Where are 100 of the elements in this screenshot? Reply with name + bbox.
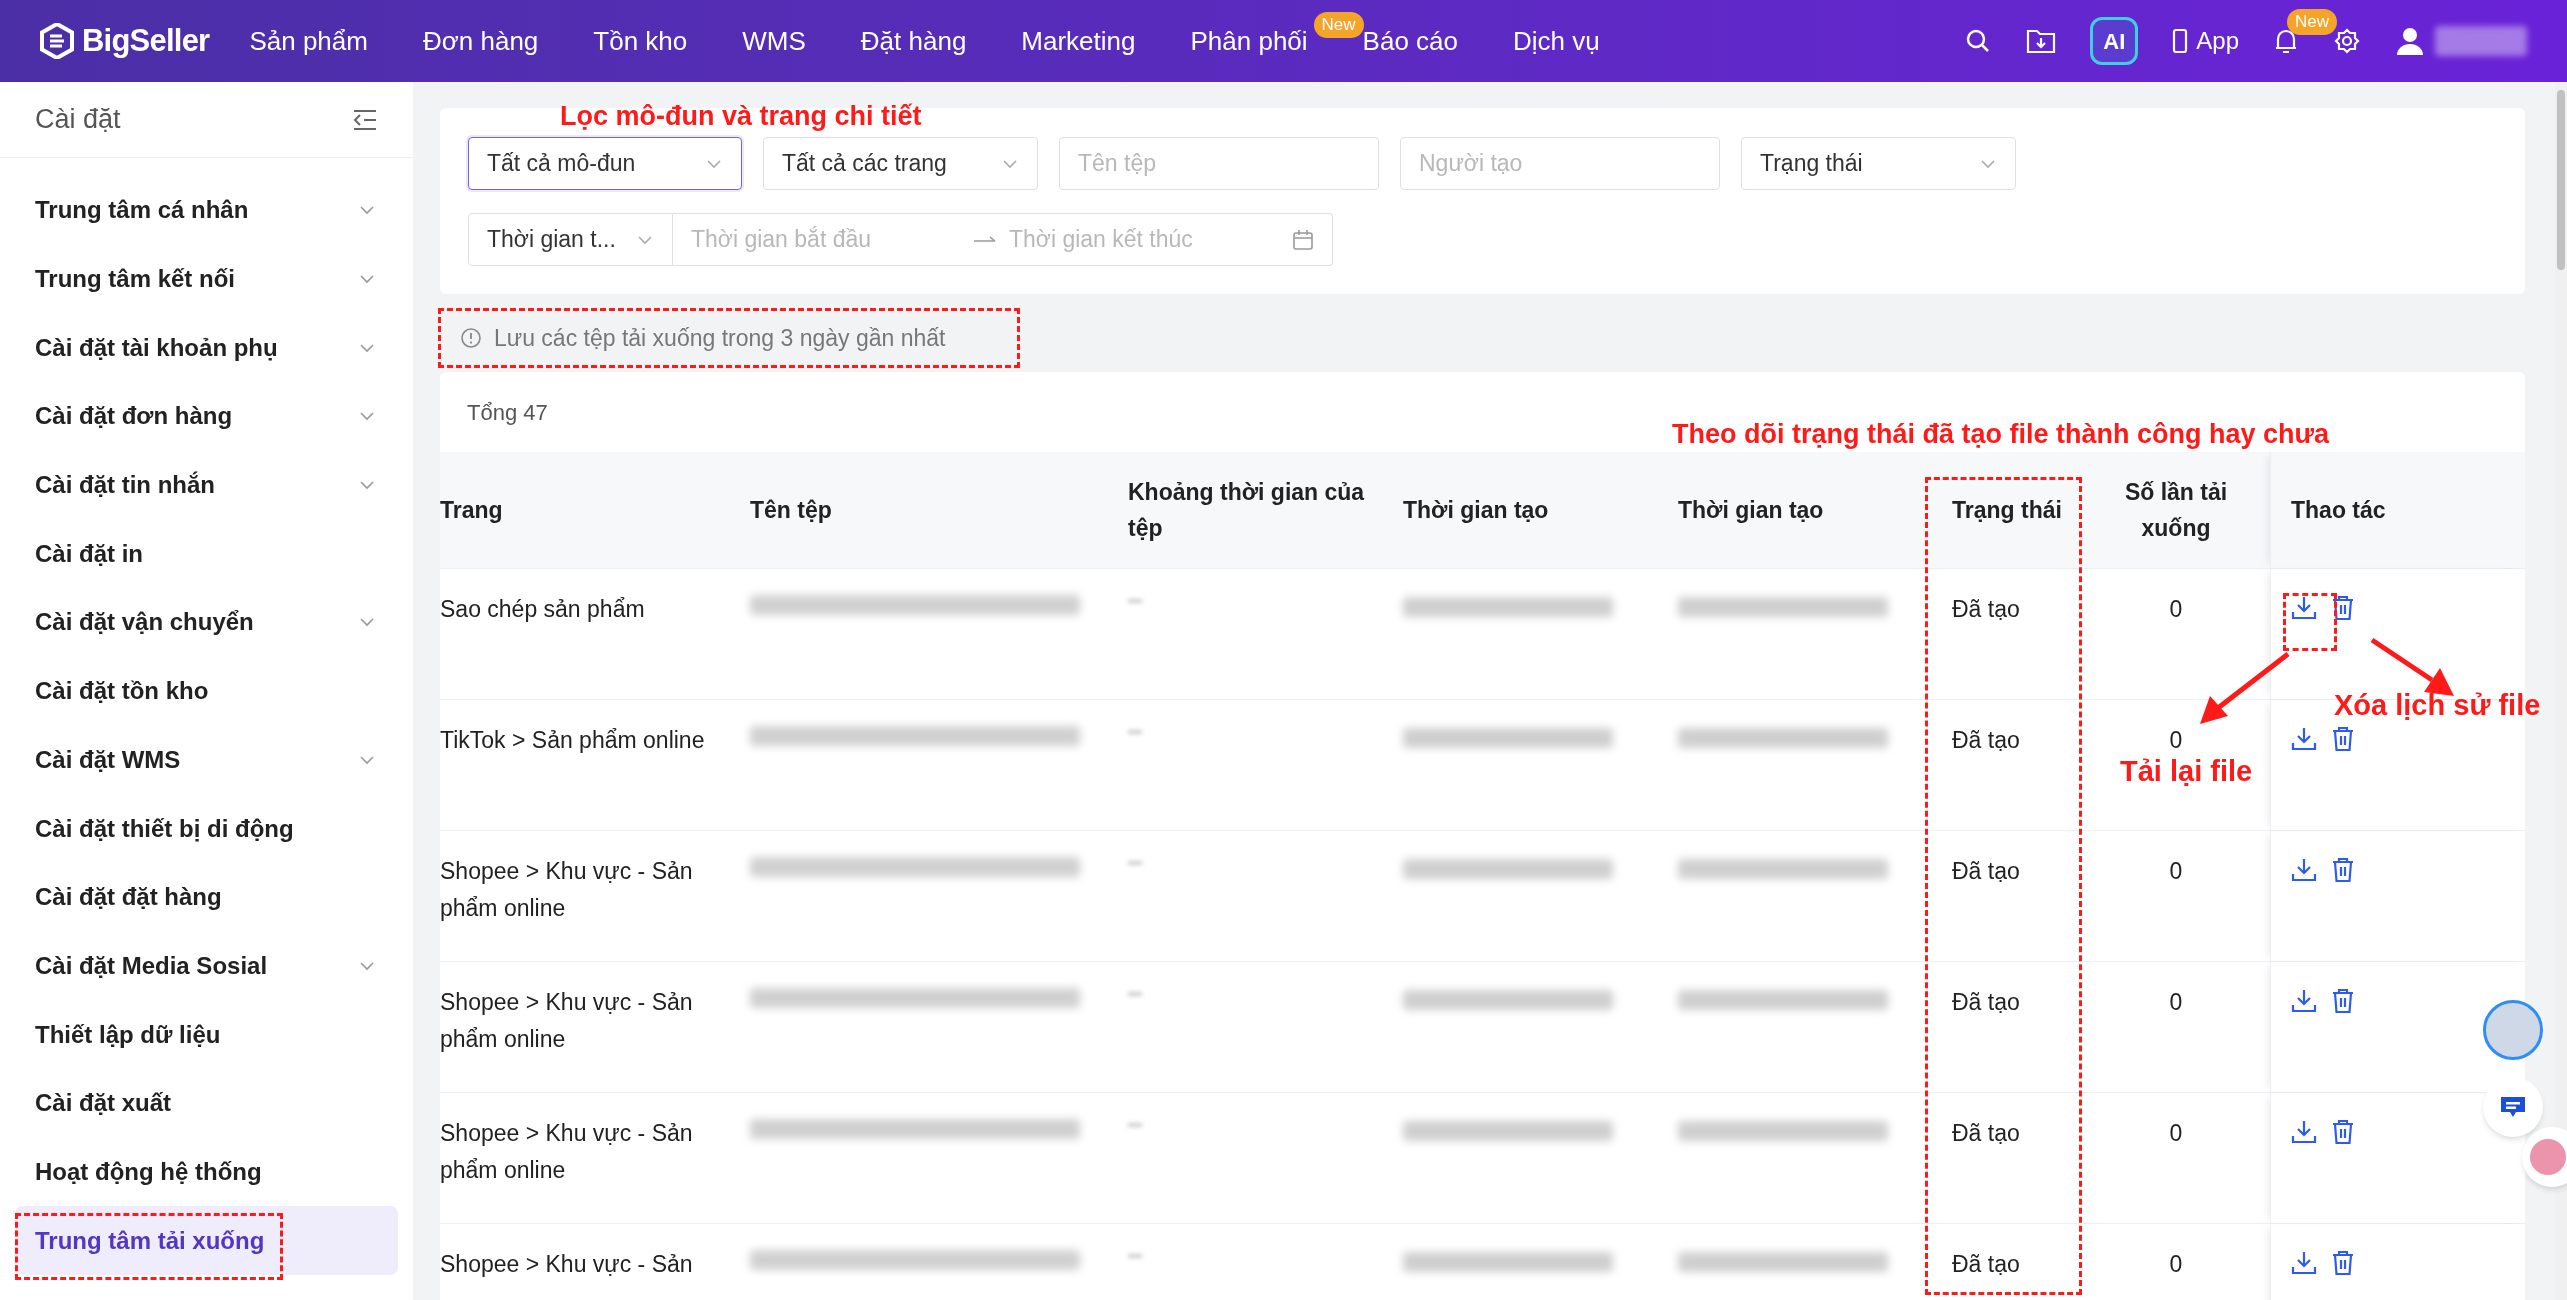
nav-menu-item[interactable]: Đặt hàng — [860, 21, 967, 61]
column-header: Thời gian tạo — [1678, 496, 1824, 525]
notice-text: Lưu các tệp tải xuống trong 3 ngày gần nhất — [494, 323, 946, 353]
column-header: Trạng thái — [1952, 496, 2062, 525]
dropdown-select[interactable]: Trạng thái — [1741, 137, 2016, 190]
sidebar-item[interactable]: Trung tâm cá nhân — [15, 176, 398, 245]
trash-icon — [2331, 988, 2355, 1014]
annotation-text: Theo dõi trạng thái đã tạo file thành công hay chưa — [1672, 418, 2330, 451]
table-cell: Shopee > Khu vực - Sản phẩm online — [440, 858, 693, 921]
table-cell-text: 0 — [2169, 988, 2183, 1017]
delete-button[interactable] — [2331, 988, 2355, 1014]
user-icon — [2395, 26, 2425, 56]
nav-menu-item[interactable]: WMS — [742, 21, 806, 61]
download-button[interactable] — [2291, 988, 2317, 1014]
ai-button[interactable]: AI — [2090, 17, 2139, 65]
text-input-field[interactable]: Người tạo — [1400, 137, 1720, 190]
column-header: Khoảng thời gian của tệp — [1128, 478, 1366, 543]
status-text: Đã tạo — [1952, 1251, 2020, 1277]
total-count: Tổng 47 — [467, 398, 548, 427]
status-text: Đã tạo — [1952, 1120, 2020, 1146]
column-header: Thao tác — [2291, 496, 2386, 525]
download-icon — [2291, 857, 2317, 883]
sidebar-title: Cài đặt — [35, 103, 121, 137]
sidebar-item[interactable]: Hoạt động hệ thống — [15, 1137, 398, 1207]
download-icon — [2291, 1250, 2317, 1276]
sidebar-item[interactable]: Cài đặt tài khoản phụ — [15, 313, 398, 383]
download-icon — [2291, 726, 2317, 752]
delete-button[interactable] — [2331, 1119, 2355, 1145]
delete-button[interactable] — [2331, 857, 2355, 883]
dropdown-select[interactable]: Tất cả các trang — [763, 137, 1038, 190]
download-icon — [2291, 988, 2317, 1014]
nav-menu-item[interactable]: Marketing — [1021, 21, 1136, 61]
nav-menu-item[interactable]: Báo cáo — [1362, 21, 1458, 61]
date-range-field[interactable]: Thời gian bắt đầu Thời gian kết thúc — [673, 213, 1333, 266]
phone-icon — [2172, 28, 2189, 54]
logo-text: BigSeller — [82, 21, 210, 60]
sidebar-item[interactable]: Cài đặt WMS — [15, 725, 398, 795]
sidebar-item[interactable]: Cài đặt đặt hàng — [15, 862, 398, 932]
sidebar-item[interactable]: Cài đặt xuất — [15, 1068, 398, 1138]
dashed-highlight-box — [2283, 593, 2337, 651]
scrollbar[interactable] — [2555, 82, 2567, 1300]
dropdown-select[interactable]: Tất cả mô-đun — [468, 137, 742, 190]
text-input-field[interactable]: Tên tệp — [1059, 137, 1379, 190]
sidebar-item[interactable]: Cài đặt Media Sosial — [15, 931, 398, 1001]
sidebar-item[interactable]: Cài đặt thiết bị di động — [15, 794, 398, 863]
end-date-input[interactable]: Thời gian kết thúc — [1009, 222, 1279, 257]
status-text: Đã tạo — [1952, 989, 2020, 1015]
trash-icon — [2331, 1250, 2355, 1276]
app-link[interactable]: App — [2172, 23, 2239, 59]
trash-icon — [2331, 857, 2355, 883]
dropdown-select[interactable]: Thời gian t... — [468, 213, 673, 266]
logo-icon — [40, 23, 74, 59]
delete-button[interactable] — [2331, 595, 2355, 621]
folder-download-icon — [2026, 27, 2057, 55]
collapse-menu-icon — [352, 108, 378, 131]
sidebar-item[interactable]: Thiết lập dữ liệu — [15, 1000, 398, 1069]
table-cell: Sao chép sản phẩm — [440, 596, 645, 622]
table-cell-text: 0 — [2169, 1250, 2183, 1279]
trash-icon — [2331, 595, 2355, 621]
column-header: Số lần tải xuống — [2123, 478, 2229, 543]
download-button[interactable] — [2291, 1250, 2317, 1276]
sidebar-item[interactable]: Trung tâm kết nối — [15, 244, 398, 314]
table-cell-text: 0 — [2169, 1119, 2183, 1148]
bell-icon — [2273, 27, 2299, 55]
new-badge: New — [2287, 9, 2337, 35]
table-cell: Shopee > Khu vực - Sản phẩm online — [440, 989, 693, 1052]
sidebar-item[interactable]: Cài đặt tồn kho — [15, 656, 398, 726]
start-date-input[interactable]: Thời gian bắt đầu — [691, 222, 961, 257]
new-badge: New — [1313, 11, 1364, 38]
status-text: Đã tạo — [1952, 596, 2020, 622]
nav-menu-item[interactable]: Dịch vụ — [1513, 21, 1600, 61]
status-text: Đã tạo — [1952, 727, 2020, 753]
download-button[interactable] — [2291, 595, 2317, 621]
download-button[interactable] — [2291, 1119, 2317, 1145]
nav-menu-item[interactable]: Sản phẩm — [249, 21, 368, 61]
download-button[interactable] — [2291, 726, 2317, 752]
table-cell-text: 0 — [2169, 595, 2183, 624]
info-icon — [460, 327, 482, 349]
delete-button[interactable] — [2331, 726, 2355, 752]
table-cell: Shopee > Khu vực - Sản phẩm online — [440, 1120, 693, 1183]
column-header: Tên tệp — [750, 496, 832, 525]
calendar-icon — [1292, 228, 1314, 251]
sidebar-item[interactable]: Cài đặt tin nhắn — [15, 450, 398, 520]
download-button[interactable] — [2291, 857, 2317, 883]
table-cell: Shopee > Khu vực - Sản — [440, 1251, 693, 1277]
download-icon — [2291, 1119, 2317, 1145]
nav-menu-item[interactable]: Đơn hàng — [422, 21, 539, 61]
delete-button[interactable] — [2331, 1250, 2355, 1276]
annotation-text: Xóa lịch sử file — [2333, 688, 2542, 723]
sidebar-item[interactable]: Cài đặt đơn hàng — [15, 382, 398, 451]
status-text: Đã tạo — [1952, 858, 2020, 884]
sidebar-item[interactable]: Trung tâm tải xuống — [15, 1206, 398, 1275]
sidebar-item[interactable]: Cài đặt vận chuyển — [15, 588, 398, 657]
settings-icon — [2333, 27, 2361, 55]
table-cell: TikTok > Sản phẩm online — [440, 727, 705, 753]
nav-menu-item[interactable]: Tồn kho — [593, 21, 688, 61]
trash-icon — [2331, 726, 2355, 752]
table-cell-text: 0 — [2169, 857, 2183, 886]
sidebar-item[interactable]: Cài đặt in — [15, 519, 398, 589]
download-icon — [2291, 595, 2317, 621]
